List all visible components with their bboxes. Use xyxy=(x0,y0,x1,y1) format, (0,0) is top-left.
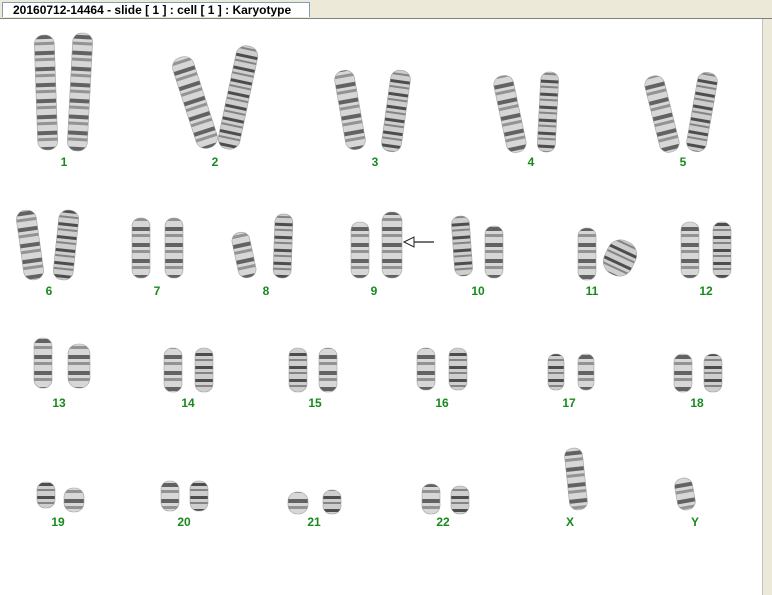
chromosome-label-22: 22 xyxy=(436,515,450,529)
chromosome-pair-1[interactable] xyxy=(34,32,93,152)
chromosome-pair-13[interactable] xyxy=(33,337,91,389)
karyotype-canvas xyxy=(15,32,732,515)
chromosome-pair-18[interactable] xyxy=(673,353,723,393)
chromosome-1-1[interactable] xyxy=(34,34,58,151)
chromosome-12-2[interactable] xyxy=(712,221,732,279)
chromosome-5-1[interactable] xyxy=(643,74,681,155)
chromosome-3-2[interactable] xyxy=(380,69,411,153)
chromosome-pair-4[interactable] xyxy=(492,71,559,155)
chromosome-label-12: 12 xyxy=(699,284,713,298)
chromosome-9-1[interactable] xyxy=(350,221,370,279)
chromosome-19-1[interactable] xyxy=(36,481,56,509)
chromosome-pair-14[interactable] xyxy=(163,347,214,393)
chromosome-17-1[interactable] xyxy=(547,353,565,391)
chromosome-pair-3[interactable] xyxy=(333,69,411,153)
chromosome-21-2[interactable] xyxy=(322,489,342,515)
chromosome-11-2[interactable] xyxy=(599,235,641,280)
chromosome-label-8: 8 xyxy=(262,284,270,298)
chromosome-pair-21[interactable] xyxy=(287,489,342,515)
chromosome-pair-X[interactable] xyxy=(564,447,588,511)
chromosome-pair-20[interactable] xyxy=(160,480,209,512)
chromosome-pair-15[interactable] xyxy=(288,347,338,393)
chromosome-label-4: 4 xyxy=(527,155,535,169)
chromosome-pair-5[interactable] xyxy=(643,71,719,154)
chromosome-label-18: 18 xyxy=(690,396,704,410)
chromosome-2-2[interactable] xyxy=(216,44,259,151)
chromosome-label-15: 15 xyxy=(308,396,322,410)
chromosome-15-1[interactable] xyxy=(288,347,308,393)
chromosome-22-2[interactable] xyxy=(450,485,470,515)
chromosome-pair-11[interactable] xyxy=(577,227,641,281)
chromosome-label-14: 14 xyxy=(181,396,195,410)
chromosome-pair-19[interactable] xyxy=(36,481,85,513)
chromosome-5-2[interactable] xyxy=(685,71,719,153)
chromosome-9-2[interactable] xyxy=(381,211,403,279)
chromosome-3-1[interactable] xyxy=(333,69,367,151)
chromosome-20-1[interactable] xyxy=(160,480,180,512)
chromosome-label-7: 7 xyxy=(153,284,161,298)
chromosome-7-2[interactable] xyxy=(164,217,184,279)
chromosome-label-1: 1 xyxy=(60,155,68,169)
chromosome-13-2[interactable] xyxy=(67,343,91,389)
chromosome-pair-9[interactable] xyxy=(350,211,403,279)
chromosome-7-1[interactable] xyxy=(131,217,151,279)
pointer-arrow-icon xyxy=(402,236,434,248)
chromosome-label-Y: Y xyxy=(690,515,699,529)
chromosome-pair-2[interactable] xyxy=(170,44,260,151)
chromosome-label-X: X xyxy=(565,515,574,529)
chromosome-label-2: 2 xyxy=(211,155,219,169)
chromosome-19-2[interactable] xyxy=(63,487,85,513)
chromosome-10-1[interactable] xyxy=(451,215,473,277)
chromosome-11-1[interactable] xyxy=(577,227,597,281)
chromosome-10-2[interactable] xyxy=(484,225,504,279)
chromosome-label-19: 19 xyxy=(51,515,65,529)
chromosome-4-2[interactable] xyxy=(537,71,559,153)
chromosome-pair-22[interactable] xyxy=(421,483,470,515)
chromosome-pair-7[interactable] xyxy=(131,217,184,279)
chromosome-label-11: 11 xyxy=(585,284,599,298)
chromosome-Y-1[interactable] xyxy=(673,477,696,512)
chromosome-label-3: 3 xyxy=(371,155,379,169)
chromosome-pair-8[interactable] xyxy=(230,213,294,280)
chromosome-pair-10[interactable] xyxy=(451,215,504,279)
chromosome-12-1[interactable] xyxy=(680,221,700,279)
chromosome-label-10: 10 xyxy=(471,284,485,298)
chromosome-16-1[interactable] xyxy=(416,347,436,391)
chromosome-label-13: 13 xyxy=(52,396,66,410)
chromosome-14-1[interactable] xyxy=(163,347,183,393)
chromosome-pair-Y[interactable] xyxy=(673,477,696,512)
chromosome-22-1[interactable] xyxy=(421,483,441,515)
chromosome-4-1[interactable] xyxy=(492,74,528,154)
chromosome-8-1[interactable] xyxy=(230,231,257,280)
chromosome-21-1[interactable] xyxy=(287,491,309,515)
chromosome-20-2[interactable] xyxy=(189,480,209,512)
chromosome-18-2[interactable] xyxy=(703,353,723,393)
chromosome-pair-16[interactable] xyxy=(416,347,468,391)
chromosome-label-16: 16 xyxy=(435,396,449,410)
chromosome-pair-12[interactable] xyxy=(680,221,732,279)
chromosome-6-2[interactable] xyxy=(52,209,80,281)
chromosome-label-21: 21 xyxy=(307,515,321,529)
chromosome-17-2[interactable] xyxy=(577,353,595,391)
chromosome-1-2[interactable] xyxy=(67,32,93,152)
chromosome-8-2[interactable] xyxy=(272,213,294,279)
chromosome-label-9: 9 xyxy=(370,284,378,298)
chromosome-label-17: 17 xyxy=(562,396,576,410)
chromosome-label-5: 5 xyxy=(679,155,687,169)
chromosome-6-1[interactable] xyxy=(15,209,45,281)
chromosome-label-6: 6 xyxy=(45,284,53,298)
chromosome-2-1[interactable] xyxy=(170,54,220,151)
chromosome-15-2[interactable] xyxy=(318,347,338,393)
chromosome-X-1[interactable] xyxy=(564,447,588,511)
chromosome-18-1[interactable] xyxy=(673,353,693,393)
chromosome-pair-17[interactable] xyxy=(547,353,595,391)
chromosome-label-20: 20 xyxy=(177,515,191,529)
chromosome-13-1[interactable] xyxy=(33,337,53,389)
chromosome-pair-6[interactable] xyxy=(15,209,80,281)
chromosome-16-2[interactable] xyxy=(448,347,468,391)
chromosome-14-2[interactable] xyxy=(194,347,214,393)
